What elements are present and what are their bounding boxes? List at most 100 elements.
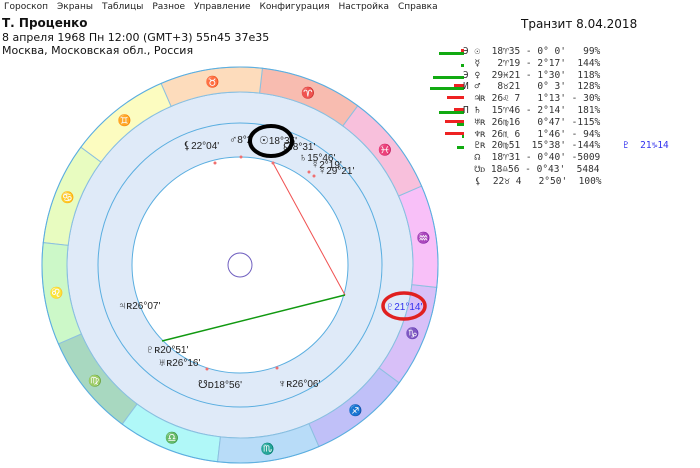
sign-sector-cancer bbox=[42, 146, 102, 246]
planet-degree: 8°31' bbox=[293, 142, 316, 153]
strength-bars bbox=[430, 96, 464, 102]
planet-row[interactable]: ♅ʀ 26♍16 0°47' -115% bbox=[430, 117, 700, 129]
sign-sector-aquarius bbox=[397, 185, 439, 288]
sign-glyph-capricorn-icon: ♑ bbox=[406, 327, 420, 340]
planet-label-sun: ☉18°35' bbox=[259, 135, 297, 147]
planet-row[interactable]: ♇ʀ 20♍51 15°38' -144% ♇ 21♑14 bbox=[430, 140, 700, 152]
green-bar bbox=[438, 52, 464, 55]
strength-bars bbox=[430, 143, 464, 150]
menu-bar: Гороскоп Экраны Таблицы Разное Управлени… bbox=[0, 0, 700, 14]
planet-row-text: И ♂ 8♉21 0° 3' 128% bbox=[463, 81, 601, 93]
strength-bars bbox=[430, 179, 464, 185]
sign-sector-pisces bbox=[342, 105, 423, 197]
center-circle bbox=[227, 252, 253, 278]
planet-label-jupiter: ♃ʀ26°07' bbox=[118, 300, 160, 312]
sign-glyph-aries-icon: ♈ bbox=[301, 86, 315, 99]
sign-glyph-taurus-icon: ♉ bbox=[206, 76, 220, 89]
planet-row-text: ♆ʀ 26♏ 6 1°46' - 94% bbox=[463, 128, 601, 140]
menu-horoscope[interactable]: Гороскоп bbox=[0, 0, 53, 14]
planet-row[interactable]: И ♂ 8♉21 0° 3' 128% bbox=[430, 81, 700, 93]
sign-sector-scorpio bbox=[217, 422, 320, 464]
sign-glyph-sagittarius-icon: ♐ bbox=[349, 404, 363, 417]
planet-label-mars: ♂8°2 bbox=[229, 134, 253, 146]
aspect-line-green bbox=[161, 294, 346, 342]
menu-help[interactable]: Справка bbox=[394, 0, 443, 14]
strength-bars bbox=[430, 167, 464, 173]
house-ring bbox=[97, 122, 383, 408]
highlight-circle-black bbox=[248, 124, 294, 158]
strength-bars bbox=[430, 131, 464, 138]
planet-degree: 2°19' bbox=[319, 160, 342, 171]
aspect-dot bbox=[275, 366, 279, 370]
planet-row[interactable]: ☿ 2♈19 - 2°17' 144% bbox=[430, 58, 700, 70]
zodiac-inner-ring bbox=[66, 91, 414, 439]
menu-control[interactable]: Управление bbox=[190, 0, 255, 14]
person-name: Т. Проценко bbox=[2, 16, 88, 30]
strength-bars bbox=[430, 49, 464, 55]
planet-row-text: ☋ᴅ 18♎56 - 0°43' 5484 bbox=[463, 163, 600, 175]
sign-sector-capricorn bbox=[378, 284, 438, 384]
menu-misc[interactable]: Разное bbox=[148, 0, 190, 14]
sign-glyph-scorpio-icon: ♏ bbox=[261, 442, 275, 455]
planet-degree: 20°51' bbox=[160, 345, 188, 356]
planet-degree: 22°04' bbox=[191, 141, 219, 152]
planet-row-text: ♇ʀ 20♍51 15°38' -144% bbox=[463, 140, 601, 152]
sign-glyph-gemini-icon: ♊ bbox=[118, 114, 132, 127]
sign-glyph-cancer-icon: ♋ bbox=[61, 191, 75, 204]
sign-sector-gemini bbox=[80, 82, 172, 163]
highlight-circle-red bbox=[381, 291, 427, 321]
zodiac-outer-circle bbox=[41, 66, 439, 464]
planet-label-saturn: ♄15°46' bbox=[299, 152, 335, 164]
saturn-icon: ♄ bbox=[299, 152, 307, 164]
planet-row[interactable]: ⚸ 22♉ 4 2°50' 100% bbox=[430, 176, 700, 188]
sign-sector-virgo bbox=[57, 333, 138, 425]
menu-screens[interactable]: Экраны bbox=[53, 0, 98, 14]
planet-degree: 26°16' bbox=[172, 358, 200, 369]
sign-sector-aries bbox=[259, 67, 359, 127]
inner-circle bbox=[131, 156, 349, 374]
planet-row[interactable]: П ♄ 15♈46 - 2°14' 181% bbox=[430, 105, 700, 117]
planet-row-text: П ♄ 15♈46 - 2°14' 181% bbox=[463, 104, 601, 116]
transit-date: Транзит 8.04.2018 bbox=[521, 17, 638, 31]
menu-configuration[interactable]: Конфигурация bbox=[255, 0, 334, 14]
strength-bars bbox=[430, 107, 464, 114]
planet-label-neptune: ♆ʀ26°06' bbox=[278, 378, 320, 390]
planet-row[interactable]: Э ☉ 18♈35 - 0° 0' 99% bbox=[430, 46, 700, 58]
planet-degree: 26°06' bbox=[292, 379, 320, 390]
venus-icon: ♀ bbox=[318, 165, 326, 177]
aspect-dot bbox=[205, 367, 209, 371]
green-bar bbox=[438, 110, 464, 114]
planet-label-mercury: ☿2°19' bbox=[311, 159, 342, 171]
jupiter-icon: ♃ʀ bbox=[118, 300, 132, 312]
planet-row-text: Э ☉ 18♈35 - 0° 0' 99% bbox=[463, 46, 601, 57]
green-bar bbox=[433, 75, 464, 79]
planet-row-text: Э ♀ 29♓21 - 1°30' 118% bbox=[463, 69, 601, 81]
planet-label-uranus: ♅ʀ26°16' bbox=[158, 357, 200, 369]
menu-tables[interactable]: Таблицы bbox=[98, 0, 148, 14]
planet-degree: 21°14' bbox=[394, 302, 422, 313]
sign-glyph-aquarius-icon: ♒ bbox=[417, 232, 431, 245]
planet-degree: 15°46' bbox=[307, 153, 335, 164]
planet-label-pluto: ♇ʀ20°51' bbox=[146, 344, 188, 356]
sign-sector-sagittarius bbox=[308, 367, 400, 448]
strength-bars bbox=[430, 73, 464, 79]
lilith-icon: ⚸ bbox=[183, 140, 191, 152]
planet-row[interactable]: Э ♀ 29♓21 - 1°30' 118% bbox=[430, 70, 700, 82]
planet-degree: 18°56' bbox=[214, 380, 242, 391]
green-bar bbox=[430, 87, 464, 91]
planet-row[interactable]: ☊ 18♈31 - 0°40' -5009 bbox=[430, 152, 700, 164]
sign-sector-taurus bbox=[160, 66, 263, 108]
aspect-dot bbox=[312, 174, 316, 178]
strength-bars bbox=[430, 155, 464, 161]
aspect-line-red bbox=[272, 162, 346, 296]
red-bar bbox=[447, 96, 464, 100]
planet-row-text: ☿ 2♈19 - 2°17' 144% bbox=[463, 57, 601, 69]
menu-settings[interactable]: Настройка bbox=[334, 0, 394, 14]
planet-degree: 8°2 bbox=[237, 135, 253, 146]
planet-row[interactable]: ♃ʀ 26♌ 7 1°13' - 30% bbox=[430, 93, 700, 105]
planet-degree: 26°07' bbox=[132, 301, 160, 312]
pluto-icon: ♇ʀ bbox=[146, 344, 160, 356]
planet-row[interactable]: ♆ʀ 26♏ 6 1°46' - 94% bbox=[430, 129, 700, 141]
planet-label-lilith: ⚸22°04' bbox=[183, 140, 219, 152]
planet-row[interactable]: ☋ᴅ 18♎56 - 0°43' 5484 bbox=[430, 164, 700, 176]
